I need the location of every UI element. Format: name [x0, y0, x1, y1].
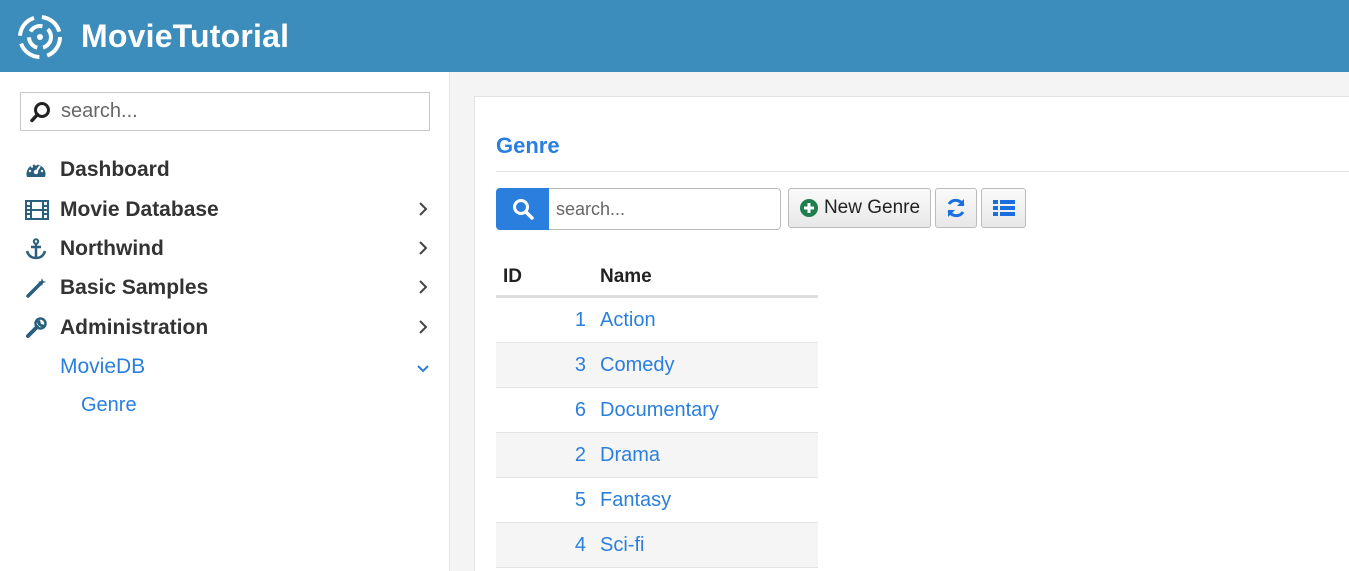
refresh-button[interactable]	[935, 188, 977, 228]
cell-name-link[interactable]: Drama	[600, 444, 660, 467]
cell-id: 1	[574, 309, 586, 331]
cell-name-link[interactable]: Documentary	[600, 399, 719, 422]
sidebar-item-basic-samples[interactable]: Basic Samples	[20, 270, 440, 306]
table-row: 4 Sci-fi	[496, 523, 818, 568]
genre-grid: ID Name 1 Action 3 Comedy 6 Documentary …	[496, 257, 818, 568]
sidebar-item-northwind[interactable]: Northwind	[20, 231, 440, 267]
cell-name-link[interactable]: Fantasy	[600, 489, 671, 512]
table-row: 3 Comedy	[496, 343, 818, 388]
chevron-right-icon	[418, 319, 428, 340]
list-icon	[992, 200, 1015, 216]
sidebar-item-label: Dashboard	[60, 158, 170, 181]
cell-id: 3	[574, 354, 586, 376]
wrench-icon	[20, 310, 60, 346]
page-title: Genre	[496, 133, 560, 158]
column-header-name[interactable]: Name	[600, 266, 652, 288]
cell-name-link[interactable]: Sci-fi	[600, 534, 644, 557]
search-button[interactable]	[496, 188, 549, 230]
grid-search-input[interactable]	[549, 188, 781, 230]
new-genre-label: New Genre	[823, 197, 921, 218]
chevron-right-icon	[418, 279, 428, 300]
sidebar-search-input[interactable]	[61, 100, 421, 123]
grid-search	[496, 188, 781, 230]
plus-circle-icon	[799, 199, 818, 217]
sidebar-item-administration[interactable]: Administration	[20, 310, 440, 346]
magic-wand-icon	[20, 270, 60, 306]
cell-id: 6	[574, 399, 586, 421]
sidebar-item-label: Northwind	[60, 237, 164, 260]
title-divider	[496, 171, 1349, 172]
sidebar-item-moviedb[interactable]: MovieDB	[20, 349, 440, 385]
cell-id: 2	[574, 444, 586, 466]
table-row: 1 Action	[496, 298, 818, 343]
anchor-icon	[20, 231, 60, 267]
refresh-icon	[947, 198, 965, 218]
search-icon	[21, 93, 61, 130]
table-row: 6 Documentary	[496, 388, 818, 433]
table-row: 5 Fantasy	[496, 478, 818, 523]
logo-icon[interactable]	[16, 13, 64, 61]
sidebar-item-movie-database[interactable]: Movie Database	[20, 192, 440, 228]
cell-id: 4	[574, 534, 586, 556]
app-title[interactable]: MovieTutorial	[81, 18, 289, 55]
column-header-id[interactable]: ID	[503, 266, 522, 288]
grid-header: ID Name	[496, 257, 818, 298]
sidebar-item-label: MovieDB	[60, 355, 146, 378]
new-genre-button[interactable]: New Genre	[788, 188, 931, 228]
cell-name-link[interactable]: Action	[600, 309, 656, 332]
main-content: Genre New Genre ID Name 1 Action 3 Comed…	[474, 96, 1349, 571]
chevron-right-icon	[418, 240, 428, 261]
chevron-down-icon	[416, 361, 430, 379]
dashboard-icon	[20, 152, 60, 188]
cell-id: 5	[574, 489, 586, 511]
column-picker-button[interactable]	[981, 188, 1026, 228]
top-navbar: MovieTutorial	[0, 0, 1349, 72]
sidebar: Dashboard Movie Database Northwind Basic…	[0, 72, 450, 571]
sidebar-search	[20, 92, 430, 131]
table-row: 2 Drama	[496, 433, 818, 478]
cell-name-link[interactable]: Comedy	[600, 354, 674, 377]
search-icon	[512, 199, 534, 220]
sidebar-item-label: Movie Database	[60, 198, 219, 221]
sidebar-subitem-genre[interactable]: Genre	[81, 394, 137, 417]
film-icon	[20, 192, 60, 228]
chevron-right-icon	[418, 201, 428, 222]
sidebar-item-dashboard[interactable]: Dashboard	[20, 152, 440, 188]
sidebar-item-label: Basic Samples	[60, 276, 209, 299]
sidebar-item-label: Administration	[60, 316, 209, 339]
